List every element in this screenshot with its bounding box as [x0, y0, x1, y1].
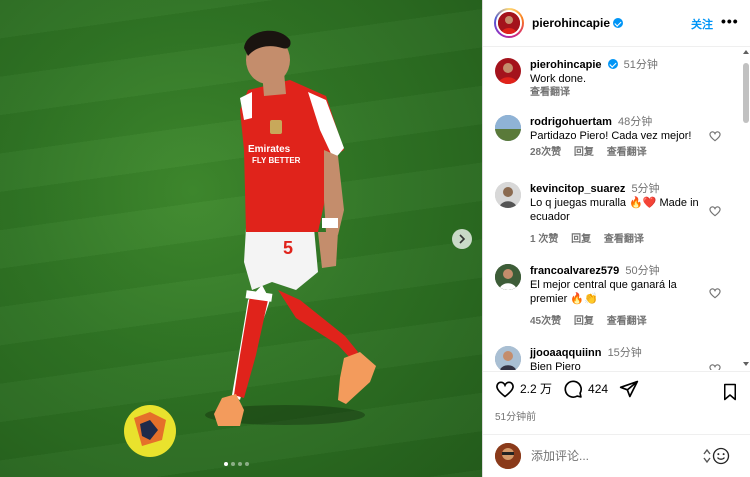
sort-arrows-icon [703, 448, 711, 464]
carousel-dot [245, 462, 249, 466]
more-options-icon[interactable]: ••• [721, 13, 739, 29]
avatar-image [495, 443, 521, 469]
chevron-right-icon [459, 234, 466, 244]
heart-icon[interactable] [708, 362, 722, 370]
send-icon [619, 380, 639, 397]
translate-link[interactable]: 查看翻译 [607, 316, 647, 327]
comment-icon [564, 379, 582, 398]
post-header: pierohincapie 关注 ••• [483, 0, 750, 47]
shorts-number: 5 [283, 238, 293, 258]
bookmark-icon[interactable] [721, 383, 739, 401]
comment-time: 5分钟 [631, 183, 660, 195]
comment-time: 48分钟 [617, 116, 653, 128]
scroll-up-arrow-icon[interactable] [743, 50, 749, 54]
comment-text: El mejor central que ganará la premier 🔥… [530, 279, 677, 305]
translate-link[interactable]: 查看翻译 [607, 147, 647, 158]
share-button[interactable] [619, 379, 639, 399]
emoji-button[interactable] [702, 447, 730, 465]
reply-button[interactable]: 回复 [571, 234, 591, 245]
comment-text: Bien Piero [530, 361, 581, 370]
avatar-image [495, 182, 521, 208]
comment-time: 51分钟 [623, 59, 658, 71]
carousel-dot [238, 462, 242, 466]
post-actions: 2.2 万 424 [483, 371, 750, 405]
avatar-image [495, 264, 521, 290]
author-avatar[interactable] [494, 8, 524, 38]
avatar-image [495, 346, 521, 370]
carousel-indicator [224, 462, 249, 466]
verified-badge-icon [613, 18, 624, 28]
post-image[interactable]: 5 Emirates FLY BETTER [0, 0, 482, 477]
comment-username[interactable]: francoalvarez579 [530, 265, 619, 277]
like-count: 2.2 万 [520, 382, 553, 396]
comment-username[interactable]: kevincitop_suarez [530, 183, 625, 195]
like-count[interactable]: 45次赞 [530, 316, 561, 327]
add-comment-bar [483, 434, 750, 477]
heart-icon[interactable] [708, 204, 722, 218]
comment-username[interactable]: rodrigohuertam [530, 116, 612, 128]
current-user-avatar [495, 443, 521, 469]
comment-username[interactable]: jjooaaqquiinn [530, 347, 602, 359]
author-username[interactable]: pierohincapie [532, 16, 610, 30]
reply-button[interactable]: 回复 [574, 316, 594, 327]
like-count[interactable]: 28次赞 [530, 147, 561, 158]
comment-button[interactable]: 424 [563, 379, 608, 399]
like-button[interactable]: 2.2 万 [495, 379, 552, 399]
caption-text: Work done. [530, 73, 587, 85]
scroll-down-arrow-icon[interactable] [743, 362, 749, 366]
avatar[interactable] [495, 58, 521, 84]
comment-input[interactable] [531, 449, 681, 463]
carousel-dot [231, 462, 235, 466]
translate-link[interactable]: 查看翻译 [604, 234, 644, 245]
like-count[interactable]: 1 次赞 [530, 234, 558, 245]
scroll-thumb[interactable] [743, 63, 749, 123]
avatar[interactable] [495, 264, 521, 290]
avatar[interactable] [495, 182, 521, 208]
heart-icon[interactable] [708, 286, 722, 300]
avatar-image [498, 12, 520, 34]
next-image-button[interactable] [452, 229, 472, 249]
avatar-image [498, 63, 518, 84]
comment-text: Lo q juegas muralla 🔥❤️ Made in ecuador [530, 197, 699, 223]
heart-icon [496, 381, 514, 398]
emoji-icon [712, 447, 730, 465]
avatar[interactable] [495, 346, 521, 370]
translate-link[interactable]: 查看翻译 [530, 87, 570, 98]
svg-text:FLY BETTER: FLY BETTER [252, 156, 301, 165]
comment-username[interactable]: pierohincapie [530, 59, 602, 71]
comments-scrollbar[interactable] [742, 48, 750, 370]
comment-count: 424 [588, 381, 609, 396]
carousel-dot [224, 462, 228, 466]
avatar-image [495, 115, 521, 141]
post-sidebar: pierohincapie 关注 ••• pierohincapie 51分钟 … [482, 0, 750, 477]
svg-text:Emirates: Emirates [248, 144, 291, 155]
player-photo: 5 Emirates FLY BETTER [124, 30, 376, 457]
comments-list[interactable]: pierohincapie 51分钟 Work done. 查看翻译 rodri… [483, 48, 741, 370]
reply-button[interactable]: 回复 [574, 147, 594, 158]
verified-badge-icon [607, 59, 618, 69]
heart-icon[interactable] [708, 129, 722, 143]
avatar[interactable] [495, 115, 521, 141]
comment-time: 50分钟 [625, 265, 660, 277]
post-timestamp: 51分钟前 [495, 412, 537, 423]
comment-text: Partidazo Piero! Cada vez mejor! [530, 130, 692, 142]
follow-button[interactable]: 关注 [691, 16, 713, 32]
comment-time: 15分钟 [607, 347, 642, 359]
